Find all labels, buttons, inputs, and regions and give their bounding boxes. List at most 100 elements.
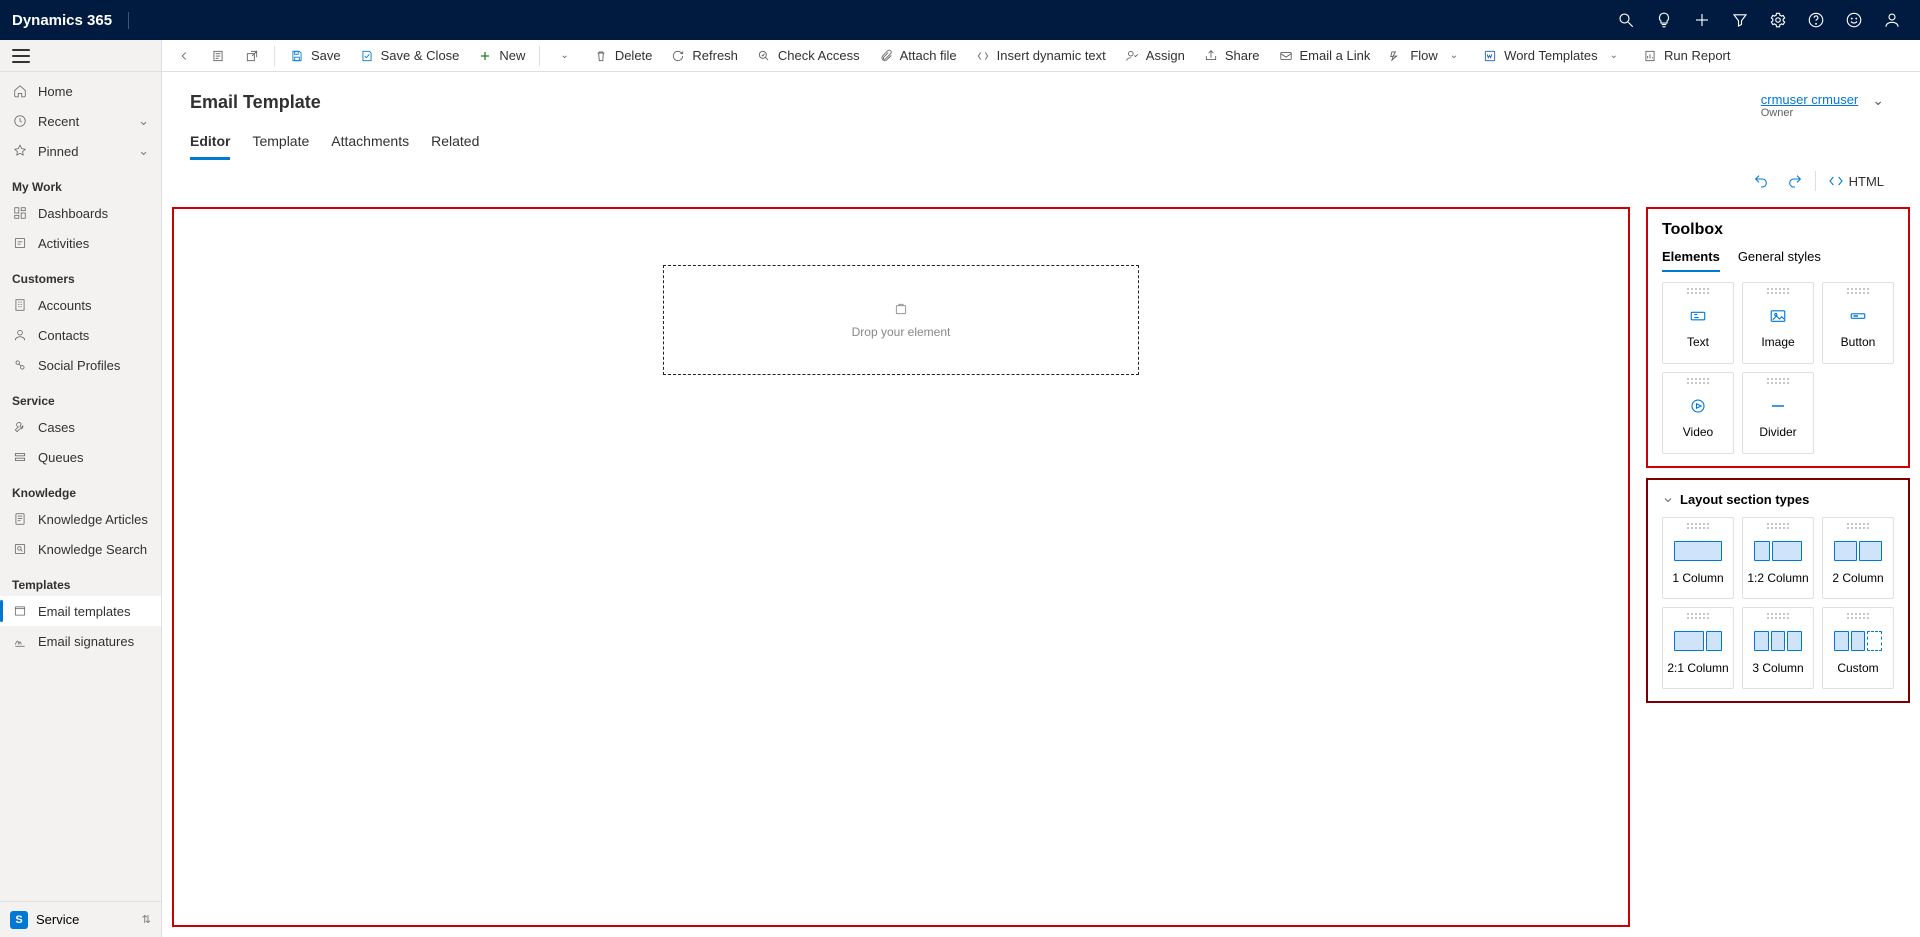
hamburger-icon[interactable] <box>12 49 30 63</box>
element-image[interactable]: Image <box>1742 282 1814 364</box>
flow-button[interactable]: Flow⌄ <box>1380 40 1472 72</box>
layout-title[interactable]: Layout section types <box>1662 492 1894 507</box>
nav-ksearch[interactable]: Knowledge Search <box>0 534 161 564</box>
nav-socialprofiles[interactable]: Social Profiles <box>0 350 161 380</box>
canvas[interactable]: Drop your element <box>172 207 1630 927</box>
checkaccess-button[interactable]: Check Access <box>748 40 868 72</box>
section-service: Service <box>0 380 161 412</box>
sidebar: Home Recent ⌄ Pinned ⌄ My Work Dashboard… <box>0 40 162 937</box>
layout-1col[interactable]: 1 Column <box>1662 517 1734 599</box>
undo-button[interactable] <box>1747 167 1775 195</box>
delete-button[interactable]: Delete <box>585 40 661 72</box>
section-knowledge: Knowledge <box>0 472 161 504</box>
emaillink-button[interactable]: Email a Link <box>1270 40 1379 72</box>
editor-toolbar: HTML <box>1747 167 1890 195</box>
nav-label: Knowledge Search <box>38 542 147 557</box>
element-button[interactable]: Button <box>1822 282 1894 364</box>
book-search-icon <box>12 541 28 557</box>
nav-contacts[interactable]: Contacts <box>0 320 161 350</box>
nav-label: Queues <box>38 450 84 465</box>
plus-icon[interactable] <box>1686 0 1718 40</box>
nav-label: Email signatures <box>38 634 134 649</box>
nav-label: Pinned <box>38 144 78 159</box>
nav-label: Dashboards <box>38 206 108 221</box>
nav-label: Knowledge Articles <box>38 512 148 527</box>
smile-icon[interactable] <box>1838 0 1870 40</box>
runreport-button[interactable]: Run Report <box>1634 40 1738 72</box>
tab-attachments[interactable]: Attachments <box>331 133 409 160</box>
nav-emailtemplates[interactable]: Email templates <box>0 596 161 626</box>
layout-2col[interactable]: 2 Column <box>1822 517 1894 599</box>
layout-21col[interactable]: 2:1 Column <box>1662 607 1734 689</box>
share-button[interactable]: Share <box>1195 40 1268 72</box>
search-icon[interactable] <box>1610 0 1642 40</box>
nav-label: Contacts <box>38 328 89 343</box>
chevron-down-icon: ⌄ <box>138 143 149 159</box>
save-button[interactable]: Save <box>281 40 349 72</box>
owner-label: Owner <box>1761 107 1859 119</box>
attach-button[interactable]: Attach file <box>870 40 965 72</box>
nav-queues[interactable]: Queues <box>0 442 161 472</box>
nav-recent[interactable]: Recent ⌄ <box>0 106 161 136</box>
app-switcher[interactable]: S Service ⇅ <box>0 901 161 937</box>
layout-12col-icon <box>1754 541 1802 561</box>
person-icon <box>12 327 28 343</box>
nav-cases[interactable]: Cases <box>0 412 161 442</box>
tab-template[interactable]: Template <box>252 133 309 160</box>
element-video[interactable]: Video <box>1662 372 1734 454</box>
nav-home[interactable]: Home <box>0 76 161 106</box>
panel-button[interactable] <box>202 40 234 72</box>
layout-custom[interactable]: Custom <box>1822 607 1894 689</box>
refresh-button[interactable]: Refresh <box>662 40 746 72</box>
chevron-down-icon: ⌄ <box>138 113 149 129</box>
layout-panel: Layout section types 1 Column 1:2 Column <box>1646 478 1910 703</box>
element-text[interactable]: Text <box>1662 282 1734 364</box>
filter-icon[interactable] <box>1724 0 1756 40</box>
wordtemplates-button[interactable]: Word Templates⌄ <box>1474 40 1632 72</box>
nav-label: Activities <box>38 236 89 251</box>
signature-icon <box>12 633 28 649</box>
social-icon <box>12 357 28 373</box>
nav-dashboards[interactable]: Dashboards <box>0 198 161 228</box>
assign-button[interactable]: Assign <box>1116 40 1193 72</box>
gear-icon[interactable] <box>1762 0 1794 40</box>
app-badge: S <box>10 911 28 929</box>
lightbulb-icon[interactable] <box>1648 0 1680 40</box>
dynamic-button[interactable]: Insert dynamic text <box>967 40 1114 72</box>
nav-accounts[interactable]: Accounts <box>0 290 161 320</box>
new-dropdown[interactable]: ⌄ <box>546 40 582 72</box>
chevron-down-icon[interactable]: ⌄ <box>1872 92 1884 109</box>
nav-emailsignatures[interactable]: Email signatures <box>0 626 161 656</box>
nav-activities[interactable]: Activities <box>0 228 161 258</box>
dashboard-icon <box>12 205 28 221</box>
nav-label: Social Profiles <box>38 358 120 373</box>
app-title: Dynamics 365 <box>12 12 129 29</box>
record-tabs: Editor Template Attachments Related <box>162 119 1920 161</box>
saveclose-button[interactable]: Save & Close <box>351 40 468 72</box>
html-button[interactable]: HTML <box>1822 167 1890 195</box>
owner-link[interactable]: crmuser crmuser <box>1761 92 1859 107</box>
element-divider[interactable]: Divider <box>1742 372 1814 454</box>
toolbox-tab-elements[interactable]: Elements <box>1662 249 1720 272</box>
nav-label: Accounts <box>38 298 91 313</box>
redo-button[interactable] <box>1781 167 1809 195</box>
home-icon <box>12 83 28 99</box>
nav-karticles[interactable]: Knowledge Articles <box>0 504 161 534</box>
toolbox-tab-styles[interactable]: General styles <box>1738 249 1821 272</box>
layout-2col-icon <box>1834 541 1882 561</box>
back-button[interactable] <box>168 40 200 72</box>
nav-pinned[interactable]: Pinned ⌄ <box>0 136 161 166</box>
chevron-down-icon: ⌄ <box>1604 50 1624 61</box>
tab-editor[interactable]: Editor <box>190 133 230 160</box>
tab-related[interactable]: Related <box>431 133 479 160</box>
layout-21col-icon <box>1674 631 1722 651</box>
user-icon[interactable] <box>1876 0 1908 40</box>
popout-button[interactable] <box>236 40 268 72</box>
layout-12col[interactable]: 1:2 Column <box>1742 517 1814 599</box>
drop-zone[interactable]: Drop your element <box>663 265 1139 375</box>
layout-3col[interactable]: 3 Column <box>1742 607 1814 689</box>
wrench-icon <box>12 419 28 435</box>
new-button[interactable]: New <box>469 40 533 72</box>
separator <box>274 46 275 66</box>
help-icon[interactable] <box>1800 0 1832 40</box>
